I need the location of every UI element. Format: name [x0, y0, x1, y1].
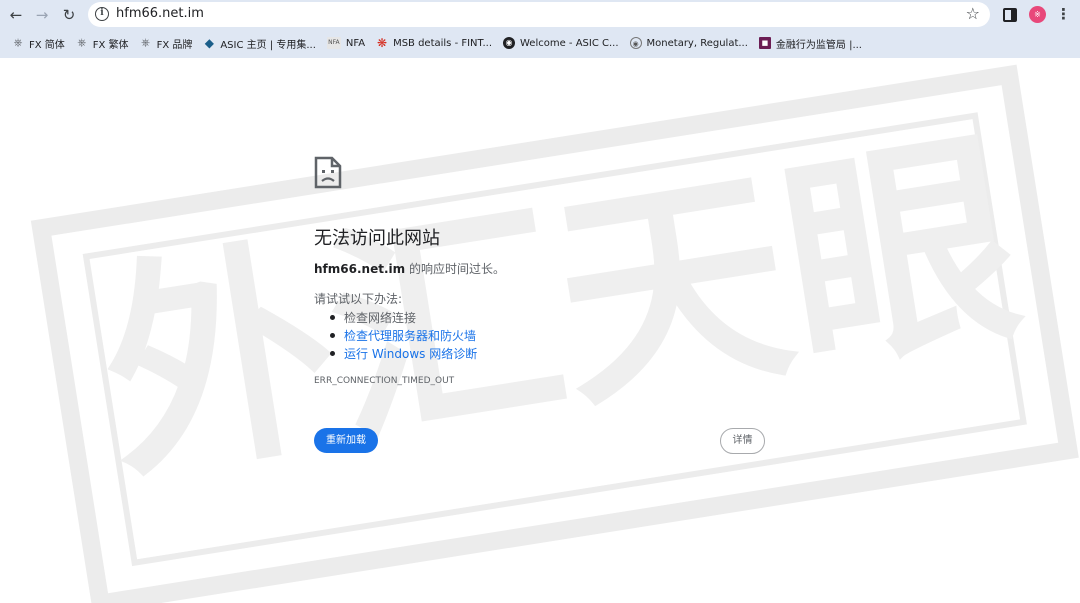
watermark-text: 外汇天眼 [85, 106, 1035, 514]
run-diagnostics-link[interactable]: 运行 Windows 网络诊断 [344, 345, 477, 362]
error-code: ERR_CONNECTION_TIMED_OUT [314, 376, 455, 386]
bookmark-label: Monetary, Regulat... [646, 37, 748, 49]
bullet [330, 315, 335, 320]
browser-toolbar: ← → ↻ i hfm66.net.im ☆ ※ ⋮ [0, 0, 1080, 30]
avatar[interactable]: ※ [1029, 6, 1046, 23]
back-icon[interactable]: ← [6, 5, 26, 25]
star-icon[interactable]: ☆ [966, 4, 980, 23]
bullet [330, 333, 335, 338]
bookmark-fx-brand[interactable]: ⎈ FX 品牌 [135, 33, 198, 53]
fx-icon: ⎈ [13, 36, 23, 49]
bookmarks-bar: ⎈ FX 简体 ⎈ FX 繁体 ⎈ FX 品牌 ◆ ASIC 主页 | 专用集.… [0, 32, 1080, 54]
globe-icon: ◉ [503, 37, 515, 49]
browser-chrome: ← → ↻ i hfm66.net.im ☆ ※ ⋮ ⎈ FX 简体 ⎈ FX … [0, 0, 1080, 58]
reload-icon[interactable]: ↻ [59, 5, 79, 25]
bullet [330, 351, 335, 356]
fx-icon: ⎈ [141, 36, 150, 49]
page-content: 外汇天眼 无法访问此网站 hfm66.net.im 的响应时间过长。 请试试以下… [0, 58, 1080, 603]
error-host: hfm66.net.im [314, 262, 406, 276]
bookmark-fx-traditional[interactable]: ⎈ FX 繁体 [71, 33, 134, 53]
watermark: 外汇天眼 [30, 64, 1079, 603]
bookmark-monetary[interactable]: ◉ Monetary, Regulat... [625, 33, 753, 53]
info-icon[interactable]: i [95, 7, 109, 21]
sad-document-icon [314, 156, 342, 189]
bookmark-label: FX 简体 [29, 39, 65, 51]
menu-icon[interactable]: ⋮ [1056, 5, 1071, 23]
reload-button[interactable]: 重新加载 [314, 428, 378, 453]
address-bar[interactable]: i hfm66.net.im ☆ [88, 2, 990, 27]
bookmark-label: ASIC 主页 | 专用集... [220, 39, 316, 51]
bookmark-label: 金融行为监管局 |... [775, 39, 862, 51]
error-message: 的响应时间过长。 [405, 262, 505, 276]
bookmark-fx-simplified[interactable]: ⎈ FX 简体 [7, 33, 70, 53]
maple-leaf-icon: ❋ [377, 36, 388, 50]
asic-icon: ◆ [204, 36, 214, 50]
fx-icon: ⎈ [77, 36, 87, 49]
suggestions-title: 请试试以下办法: [314, 292, 403, 306]
error-title: 无法访问此网站 [314, 228, 440, 249]
bookmark-label: Welcome - ASIC C... [520, 37, 619, 49]
side-panel-icon[interactable] [1003, 8, 1017, 22]
bookmark-welcome-asic[interactable]: ◉ Welcome - ASIC C... [498, 33, 624, 53]
suggestion-run-diagnostics: 运行 Windows 网络诊断 [330, 345, 477, 362]
details-button[interactable]: 详情 [720, 428, 765, 454]
bookmark-asic[interactable]: ◆ ASIC 主页 | 专用集... [198, 33, 321, 53]
bookmark-nfa[interactable]: NFA NFA [322, 33, 370, 53]
bookmark-msb[interactable]: ❋ MSB details - FINT... [371, 33, 497, 53]
forward-icon[interactable]: → [32, 5, 52, 25]
bookmark-label: NFA [345, 37, 366, 49]
bookmark-jp-fsa[interactable]: ■ 金融行为监管局 |... [754, 33, 867, 53]
error-description: hfm66.net.im 的响应时间过长。 [314, 260, 505, 277]
address-url[interactable]: hfm66.net.im [116, 6, 204, 21]
bookmark-label: MSB details - FINT... [393, 37, 492, 49]
seal-icon: ◉ [629, 37, 642, 49]
suggestion-check-proxy: 检查代理服务器和防火墙 [330, 327, 476, 344]
bookmark-label: FX 品牌 [156, 39, 193, 51]
suggestion-text: 检查网络连接 [344, 311, 417, 325]
bookmark-label: FX 繁体 [92, 39, 129, 51]
suggestion-check-network: 检查网络连接 [330, 309, 416, 326]
check-proxy-link[interactable]: 检查代理服务器和防火墙 [344, 327, 476, 344]
nfa-icon: NFA [326, 37, 341, 49]
jp-icon: ■ [758, 37, 771, 49]
